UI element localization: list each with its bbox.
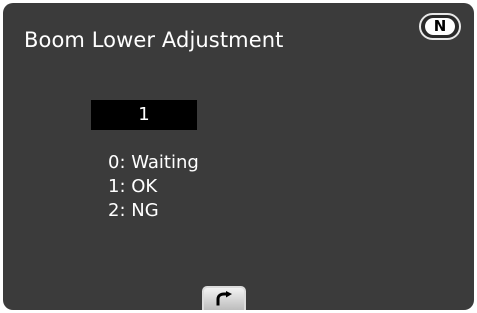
mode-indicator-label: N xyxy=(425,18,455,35)
legend-item-ng: 2: NG xyxy=(108,200,159,221)
screen-title: Boom Lower Adjustment xyxy=(24,28,284,52)
legend-item-ok: 1: OK xyxy=(108,176,158,197)
display-screen: Boom Lower Adjustment N 1 0: Waiting 1: … xyxy=(3,3,474,310)
mode-indicator-badge: N xyxy=(419,13,461,40)
legend-item-waiting: 0: Waiting xyxy=(108,152,199,173)
back-button[interactable] xyxy=(202,286,246,310)
adjustment-value-display: 1 xyxy=(91,100,197,130)
return-arrow-icon xyxy=(216,291,232,306)
status-legend: 0: Waiting 1: OK 2: NG xyxy=(108,151,199,223)
